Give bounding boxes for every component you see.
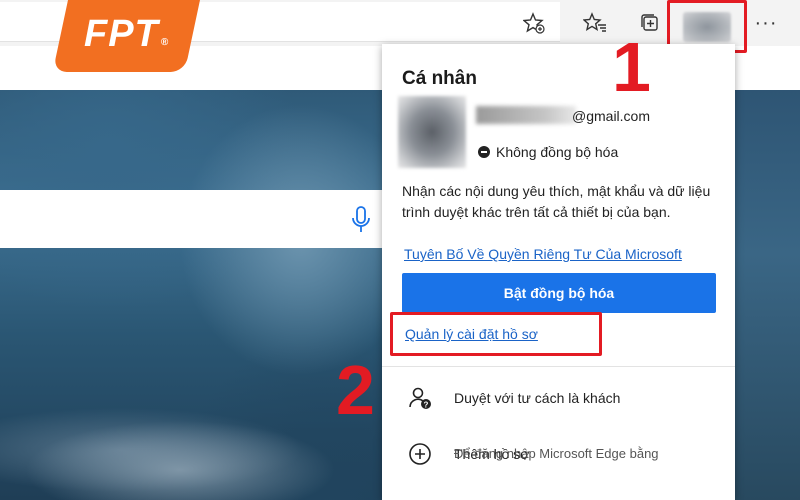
menu-item-label: Duyệt với tư cách là khách <box>454 390 621 406</box>
profile-panel: Cá nhân @gmail.com Không đồng bộ hóa Nhậ… <box>382 44 735 500</box>
divider <box>382 366 735 367</box>
fpt-logo: FPT ® <box>84 12 194 56</box>
logo-registered-mark: ® <box>160 37 170 48</box>
profile-avatar <box>398 96 466 168</box>
step-number-2: 2 <box>336 351 375 429</box>
more-icon[interactable]: ··· <box>750 8 782 38</box>
menu-item-browse-as-guest[interactable]: ? Duyệt với tư cách là khách <box>382 374 735 422</box>
logo-text: FPT <box>84 12 159 55</box>
add-profile-icon <box>404 438 436 470</box>
highlight-box-manage-profile <box>390 312 602 356</box>
favorite-add-icon[interactable] <box>519 8 549 38</box>
sync-description: Nhận các nội dung yêu thích, mật khẩu và… <box>402 183 711 220</box>
turn-on-sync-button[interactable]: Bật đồng bộ hóa <box>402 273 716 313</box>
search-input[interactable] <box>0 190 390 248</box>
privacy-statement-link[interactable]: Tuyên Bố Về Quyền Riêng Tư Của Microsoft <box>404 246 682 262</box>
microphone-icon[interactable] <box>350 205 372 235</box>
sync-status: Không đồng bộ hóa <box>478 144 618 160</box>
panel-title: Cá nhân <box>402 68 477 89</box>
email-domain: @gmail.com <box>572 108 651 124</box>
menu-item-description: Để đăng nhập Microsoft Edge bằng <box>454 446 659 461</box>
favorites-icon[interactable] <box>580 8 610 38</box>
sync-off-icon <box>478 146 490 158</box>
email-redacted <box>476 106 576 124</box>
guest-icon: ? <box>404 382 436 414</box>
background-image-right <box>735 90 800 500</box>
sync-status-label: Không đồng bộ hóa <box>496 144 619 160</box>
svg-text:?: ? <box>424 401 429 410</box>
step-number-1: 1 <box>612 28 651 106</box>
